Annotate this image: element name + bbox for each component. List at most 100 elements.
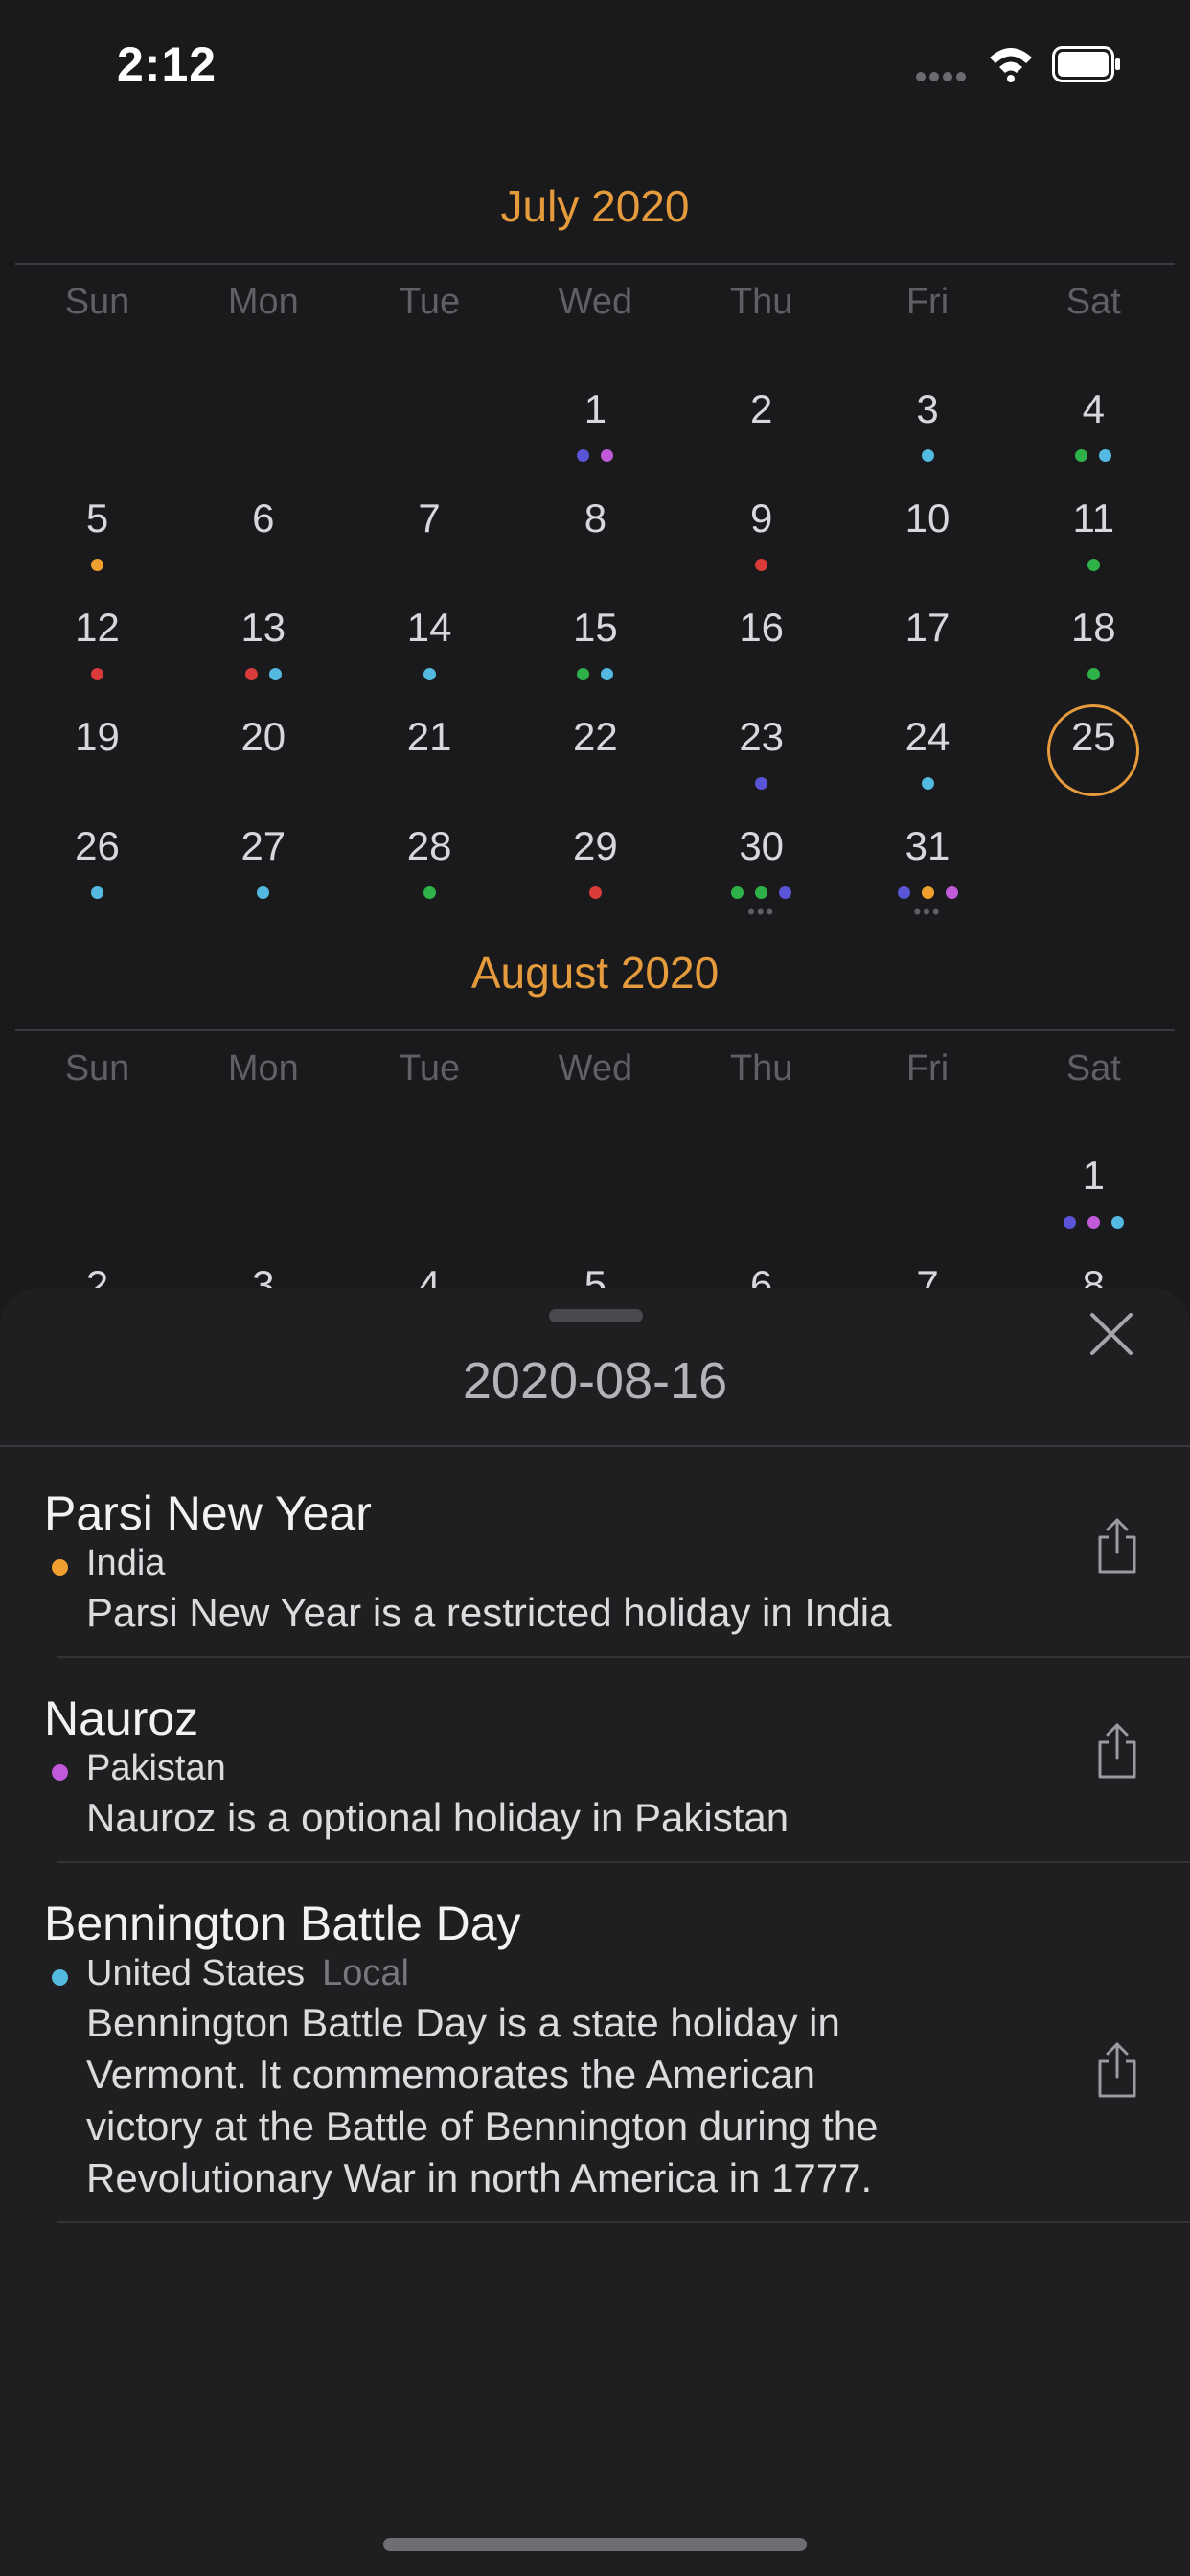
event-dot [1099, 449, 1112, 462]
day-cell[interactable]: 28 [347, 823, 513, 929]
event-country: India [86, 1543, 165, 1584]
day-cell[interactable]: 26 [14, 823, 180, 929]
day-number: 1 [1082, 1153, 1105, 1198]
country-name: Pakistan [86, 1748, 226, 1788]
day-cell[interactable]: 4 [1011, 386, 1177, 492]
event-dot [268, 668, 282, 680]
sheet-grabber[interactable] [549, 1309, 643, 1322]
day-cell[interactable]: 18 [1011, 605, 1177, 710]
event-dot [601, 449, 614, 462]
share-icon[interactable] [1092, 1516, 1142, 1576]
day-cell[interactable]: 31 ••• [845, 823, 1011, 929]
day-cell[interactable]: 6 [180, 495, 346, 601]
weekday-label: Sat [1065, 282, 1121, 322]
event-dots [14, 886, 180, 900]
event-dots [1011, 1216, 1177, 1230]
event-dot [91, 668, 103, 680]
event-dots [1011, 559, 1177, 572]
event-dots [347, 668, 513, 681]
day-number: 9 [750, 495, 773, 540]
event-dot [577, 668, 590, 680]
day-cell[interactable]: 25 [1011, 704, 1177, 819]
event-dots [513, 668, 678, 681]
day-cell[interactable]: 2 [678, 386, 844, 492]
country-name: United States [86, 1953, 306, 1993]
country-color-dot [52, 1559, 68, 1576]
weekday-label: Mon [227, 1048, 299, 1089]
more-events-indicator: ••• [913, 900, 942, 924]
day-cell[interactable]: 5 [14, 495, 180, 601]
more-events-indicator: ••• [747, 900, 776, 924]
day-cell[interactable]: 27 [180, 823, 346, 929]
day-cell[interactable]: 30 ••• [678, 823, 844, 929]
event-divider [57, 2221, 1190, 2223]
day-cell[interactable]: 24 [845, 714, 1011, 819]
day-cell[interactable]: 11 [1011, 495, 1177, 601]
event-dots [845, 449, 1011, 463]
event-dot [1075, 449, 1088, 462]
event-dots [678, 777, 844, 791]
event-dot [91, 559, 103, 571]
day-cell[interactable]: 15 [513, 605, 678, 710]
event-scope-tag: Local [322, 1953, 409, 1993]
day-cell[interactable]: 19 [14, 714, 180, 819]
share-icon[interactable] [1092, 1721, 1142, 1781]
event-dot [921, 777, 934, 790]
day-number: 1 [584, 386, 607, 431]
event-dots [347, 886, 513, 900]
day-cell[interactable]: 10 [845, 495, 1011, 601]
description-line: Bennington Battle Day is a state holiday… [86, 2000, 840, 2045]
day-cell[interactable]: 1 [513, 386, 678, 492]
country-name: India [86, 1543, 166, 1583]
day-cell[interactable]: 22 [513, 714, 678, 819]
day-number: 3 [916, 386, 939, 431]
event-dot [577, 449, 590, 462]
home-indicator [383, 2538, 807, 2551]
event-dots [513, 886, 678, 900]
day-number: 6 [252, 495, 275, 540]
event-country: United States Local [86, 1953, 409, 1994]
day-cell[interactable]: 20 [180, 714, 346, 819]
day-cell[interactable]: 16 [678, 605, 844, 710]
weekday-label: Fri [905, 1048, 950, 1089]
day-number: 29 [573, 823, 618, 868]
day-number: 8 [584, 495, 607, 540]
weekday-label: Sun [64, 282, 130, 322]
day-number: 27 [240, 823, 286, 868]
day-cell[interactable]: 14 [347, 605, 513, 710]
weekday-label: Tue [399, 1048, 461, 1089]
day-cell[interactable]: 8 [513, 495, 678, 601]
event-description: Bennington Battle Day is a state holiday… [86, 1997, 1044, 2204]
day-cell[interactable]: 23 [678, 714, 844, 819]
weekday-label: Fri [905, 282, 950, 322]
event-dots [180, 886, 346, 900]
event-dot [1063, 1216, 1076, 1229]
status-bar: 2:12 [0, 0, 1190, 134]
day-number: 22 [573, 714, 618, 759]
day-cell[interactable]: 1 [1011, 1153, 1177, 1258]
day-cell[interactable]: 9 [678, 495, 844, 601]
day-cell[interactable]: 21 [347, 714, 513, 819]
day-cell[interactable]: 17 [845, 605, 1011, 710]
event-dots [845, 777, 1011, 791]
day-number: 28 [406, 823, 452, 868]
day-number: 20 [240, 714, 286, 759]
close-icon[interactable] [1088, 1311, 1134, 1357]
share-icon[interactable] [1092, 2040, 1142, 2100]
day-cell[interactable]: 12 [14, 605, 180, 710]
day-cell[interactable]: 7 [347, 495, 513, 601]
event-dots [678, 886, 844, 900]
weekday-label: Thu [729, 1048, 793, 1089]
description-line: Revolutionary War in north America in 17… [86, 2155, 873, 2200]
day-number: 18 [1070, 605, 1116, 650]
day-cell[interactable]: 3 [845, 386, 1011, 492]
event-title: Nauroz [44, 1691, 199, 1745]
event-dot [921, 449, 934, 462]
day-cell[interactable]: 13 [180, 605, 346, 710]
event-dots [1011, 449, 1177, 463]
day-cell[interactable]: 29 [513, 823, 678, 929]
day-number: 21 [406, 714, 452, 759]
event-dot [244, 668, 258, 680]
day-number: 15 [573, 605, 618, 650]
day-number: 25 [1070, 714, 1116, 759]
